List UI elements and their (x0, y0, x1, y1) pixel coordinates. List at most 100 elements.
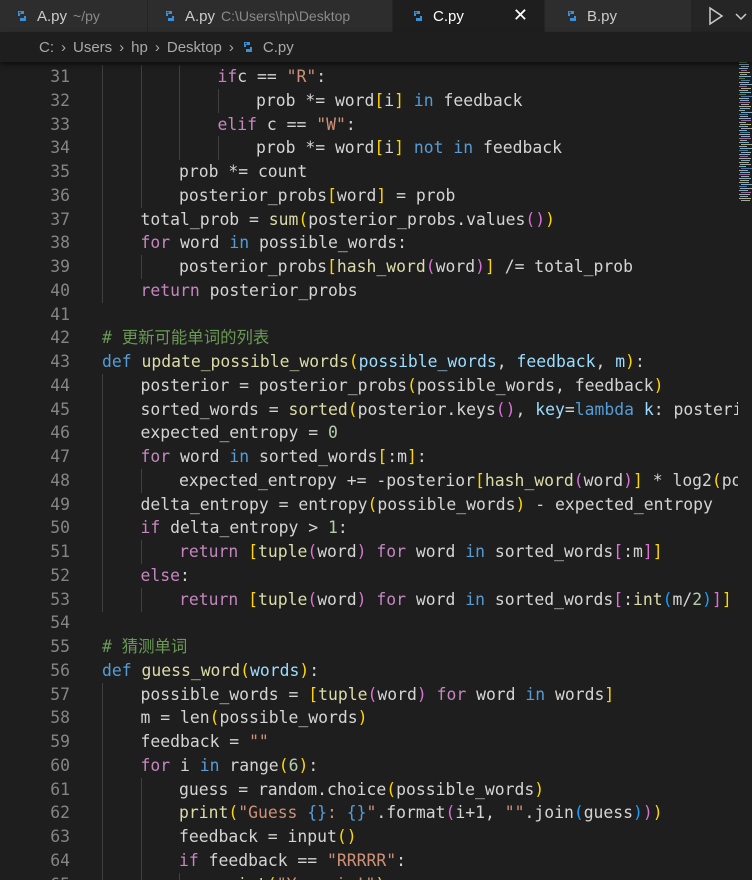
code-line[interactable]: 47 for word in sorted_words[:m]: (0, 445, 738, 469)
code-text: posterior_probs[word] = prob (179, 184, 455, 208)
minimap-line (739, 68, 748, 69)
code-token: return (179, 589, 239, 609)
play-icon (709, 6, 724, 26)
code-token: [ (377, 447, 388, 466)
code-line[interactable]: 42 # 更新可能单词的列表 (0, 326, 738, 350)
code-line[interactable]: 62 print("Guess {}: {}".format(i+1, "".jo… (0, 801, 738, 826)
code-line[interactable]: 57 possible_words = [tuple(word) for word… (0, 682, 738, 707)
run-button[interactable] (704, 4, 728, 28)
code-line[interactable]: 61 guess = random.choice(possible_words) (0, 777, 738, 802)
code-line[interactable]: 58 m = len(possible_words) (0, 706, 738, 731)
code-token: [ (308, 684, 319, 704)
code-line[interactable]: 64 if feedback == "RRRRR": (0, 848, 738, 873)
code-line[interactable]: 40 return posterior_probs (0, 278, 738, 303)
code-line[interactable]: 49 delta_entropy = entropy(possible_words… (0, 492, 738, 517)
code-token: 1 (328, 518, 338, 538)
code-token: ] (632, 470, 643, 490)
minimap-line (741, 66, 749, 67)
code-token: return (179, 542, 239, 561)
breadcrumb-item[interactable]: hp (129, 39, 150, 56)
code-line[interactable]: 46 expected_entropy = 0 (0, 421, 738, 446)
code-token: range (219, 755, 279, 775)
code-line[interactable]: 33 elif c == "W": (0, 112, 738, 137)
code-line[interactable]: 35 prob *= count (0, 160, 738, 184)
code-text: print("You win!") (218, 873, 386, 880)
code-token: prob *= count (179, 162, 308, 181)
breadcrumb-item[interactable]: Users (71, 39, 114, 56)
code-line[interactable]: 54 (0, 611, 738, 635)
code-line[interactable]: 50 if delta_entropy > 1: (0, 516, 738, 541)
minimap[interactable] (738, 62, 752, 880)
indent-guide (140, 777, 142, 802)
code-line[interactable]: 38 for word in possible_words: (0, 231, 738, 256)
code-line[interactable]: 32 prob *= word[i] in feedback (0, 88, 738, 113)
code-line[interactable]: 31 ifc == "R": (0, 65, 738, 89)
code-token: posterior.keys (357, 399, 496, 419)
indent-guide (102, 753, 103, 778)
code-line[interactable]: 36 posterior_probs[word] = prob (0, 183, 738, 208)
code-line[interactable]: 37 total_prob = sum(posterior_probs.value… (0, 207, 738, 232)
code-line[interactable]: 51 return [tuple(word) for word in sorted… (0, 540, 738, 564)
minimap-line (739, 110, 745, 111)
run-options-button[interactable] (733, 4, 749, 28)
code-token: : (416, 447, 427, 466)
code-line[interactable]: 63 feedback = input() (0, 825, 738, 849)
code-token: possible_words (358, 352, 497, 371)
tab-b-py[interactable]: B.py (545, 0, 692, 32)
tab-bar: A.py ~/py A.py C:\Users\hp\Desktop C.py … (0, 0, 752, 32)
code-text: for word in sorted_words[:m]: (141, 445, 427, 469)
minimap-line (741, 104, 749, 105)
code-line[interactable]: 48 expected_entropy += -posterior[hash_wo… (0, 468, 738, 493)
breadcrumb-item[interactable]: C: (37, 39, 56, 56)
indent-guide (102, 207, 103, 232)
minimap-line (739, 106, 751, 107)
code-token: in (199, 755, 220, 775)
code-line[interactable]: 59 feedback = "" (0, 730, 738, 754)
code-editor[interactable]: 31 ifc == "R": 32 prob *= word[i] in feedba… (0, 65, 738, 880)
code-line[interactable]: 56 def guess_word(words): (0, 659, 738, 683)
code-line[interactable]: 34 prob *= word[i] not in feedback (0, 136, 738, 161)
code-token: if (140, 518, 161, 538)
code-token: def (102, 352, 132, 371)
indent-guide (102, 492, 103, 517)
line-number: 40 (50, 280, 70, 300)
code-token: ( (347, 399, 358, 419)
code-line[interactable]: 55 # 猜测单词 (0, 635, 738, 659)
breadcrumb-item[interactable]: C.py (261, 39, 296, 56)
code-token: "" (249, 732, 269, 751)
code-line[interactable]: 60 for i in range(6): (0, 753, 738, 778)
indent-guide (102, 88, 103, 113)
code-text: def update_possible_words(possible_words… (102, 350, 645, 374)
code-token: i (384, 90, 395, 110)
breadcrumb: C: › Users › hp › Desktop › C.py (0, 32, 752, 62)
code-line[interactable]: 45 sorted_words = sorted(posterior.keys()… (0, 397, 738, 422)
tab-c-py[interactable]: C.py ✕ (393, 0, 545, 32)
code-text: guess = random.choice(possible_words) (179, 778, 544, 802)
code-line[interactable]: 39 posterior_probs[hash_word(word)] /= to… (0, 255, 738, 279)
minimap-line (741, 152, 751, 153)
minimap-line (741, 88, 751, 89)
line-number: 53 (50, 589, 70, 609)
line-number: 51 (50, 542, 70, 561)
code-line[interactable]: 41 (0, 303, 738, 327)
minimap-line (739, 186, 747, 187)
code-line[interactable]: 52 else: (0, 563, 738, 588)
tab-a-py-desktop[interactable]: A.py C:\Users\hp\Desktop (148, 0, 393, 32)
indent-guide (102, 587, 103, 612)
code-token: in (413, 90, 434, 110)
code-line[interactable]: 43 def update_possible_words(possible_wor… (0, 350, 738, 374)
indent-guide (102, 255, 103, 279)
close-icon[interactable]: ✕ (513, 5, 528, 26)
code-line[interactable]: 44 posterior = posterior_probs(possible_w… (0, 373, 738, 398)
code-token: "Guess (238, 803, 308, 823)
code-token: 2 (692, 589, 703, 609)
code-token: ) (534, 779, 545, 799)
tab-a-py-home[interactable]: A.py ~/py (0, 0, 148, 32)
code-line[interactable]: 65 print("You win!") (0, 872, 738, 880)
minimap-line (739, 190, 748, 191)
code-text: total_prob = sum(posterior_probs.values(… (141, 208, 556, 232)
code-line[interactable]: 53 return [tuple(word) for word in sorted… (0, 587, 738, 612)
code-token: ) (356, 542, 367, 561)
breadcrumb-item[interactable]: Desktop (165, 39, 224, 56)
